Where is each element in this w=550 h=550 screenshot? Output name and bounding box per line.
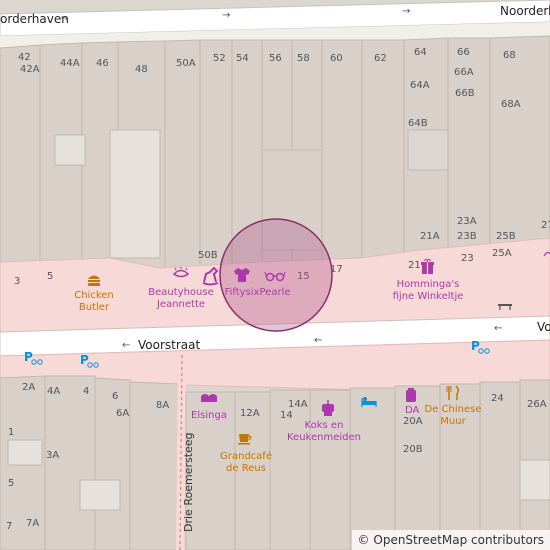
svg-text:50A: 50A bbox=[176, 58, 196, 69]
svg-text:fijne Winkeltje: fijne Winkeltje bbox=[393, 291, 464, 302]
svg-text:25A: 25A bbox=[492, 248, 512, 259]
svg-text:62: 62 bbox=[374, 53, 387, 64]
attribution-link[interactable]: OpenStreetMap contributors bbox=[373, 533, 544, 547]
svg-text:64: 64 bbox=[414, 47, 427, 58]
svg-text:6A: 6A bbox=[116, 408, 129, 419]
poi-da-pharmacy[interactable] bbox=[406, 388, 416, 402]
svg-text:Muur: Muur bbox=[440, 416, 466, 427]
svg-text:14A: 14A bbox=[288, 399, 308, 410]
map-canvas[interactable]: orderhaven Noorderh → → → Voorstraat V bbox=[0, 0, 550, 550]
svg-text:8A: 8A bbox=[156, 400, 169, 411]
street-label-drie-roemersteeg: Drie Roemersteeg bbox=[182, 432, 195, 532]
svg-text:Beautyhouse: Beautyhouse bbox=[148, 287, 213, 298]
south-buildings[interactable] bbox=[0, 375, 550, 550]
svg-text:26A: 26A bbox=[527, 399, 547, 410]
svg-text:DA: DA bbox=[405, 405, 420, 416]
svg-text:De Chinese: De Chinese bbox=[425, 404, 482, 415]
svg-text:de Reus: de Reus bbox=[226, 463, 266, 474]
svg-text:66B: 66B bbox=[455, 88, 475, 99]
svg-text:3A: 3A bbox=[46, 450, 59, 461]
svg-text:64A: 64A bbox=[410, 80, 430, 91]
svg-text:Fiftysix: Fiftysix bbox=[225, 287, 260, 298]
svg-text:25B: 25B bbox=[496, 231, 516, 242]
svg-text:5: 5 bbox=[8, 478, 14, 489]
svg-text:Koks en: Koks en bbox=[305, 420, 344, 431]
svg-text:27: 27 bbox=[541, 220, 550, 231]
oneway-arrow-icon: → bbox=[60, 13, 68, 24]
svg-text:68A: 68A bbox=[501, 99, 521, 110]
svg-text:Grandcafé: Grandcafé bbox=[220, 450, 272, 462]
svg-text:5: 5 bbox=[47, 271, 53, 282]
pharmacy-bottle-icon bbox=[406, 388, 416, 402]
svg-text:42: 42 bbox=[18, 52, 31, 63]
svg-text:60: 60 bbox=[330, 53, 343, 64]
svg-text:54: 54 bbox=[236, 53, 249, 64]
oneway-arrow-icon: ← bbox=[122, 340, 130, 351]
svg-text:23B: 23B bbox=[457, 231, 477, 242]
svg-text:24: 24 bbox=[491, 393, 504, 404]
svg-text:66A: 66A bbox=[454, 67, 474, 78]
svg-text:21: 21 bbox=[408, 260, 421, 271]
svg-text:Pearle: Pearle bbox=[260, 287, 291, 298]
oneway-arrow-icon: → bbox=[402, 6, 410, 17]
svg-text:Keukenmeiden: Keukenmeiden bbox=[287, 432, 361, 443]
svg-text:Elsinga: Elsinga bbox=[191, 410, 227, 421]
svg-text:68: 68 bbox=[503, 50, 516, 61]
location-highlight-circle[interactable] bbox=[219, 218, 333, 332]
svg-text:Jeannette: Jeannette bbox=[156, 299, 205, 310]
street-label-voorstraat: Voorstraat bbox=[138, 338, 200, 352]
oneway-arrow-icon: ← bbox=[314, 335, 322, 346]
svg-text:50B: 50B bbox=[198, 250, 218, 261]
svg-text:14: 14 bbox=[280, 410, 293, 421]
svg-text:66: 66 bbox=[457, 47, 470, 58]
svg-text:Butler: Butler bbox=[79, 302, 110, 313]
svg-text:1: 1 bbox=[8, 427, 14, 438]
svg-text:Chicken: Chicken bbox=[74, 290, 114, 301]
copyright-symbol: © bbox=[357, 533, 370, 547]
svg-text:42A: 42A bbox=[20, 64, 40, 75]
street-label-noorderhaven: orderhaven bbox=[0, 12, 69, 26]
svg-text:12A: 12A bbox=[240, 408, 260, 419]
svg-text:6: 6 bbox=[112, 391, 118, 402]
oneway-arrow-icon: ← bbox=[494, 323, 502, 334]
svg-text:58: 58 bbox=[297, 53, 310, 64]
svg-text:52: 52 bbox=[213, 53, 226, 64]
svg-text:20B: 20B bbox=[403, 444, 423, 455]
attribution[interactable]: © OpenStreetMap contributors bbox=[351, 530, 550, 550]
svg-text:Homminga's: Homminga's bbox=[397, 279, 460, 290]
svg-text:2A: 2A bbox=[22, 382, 35, 393]
svg-text:7A: 7A bbox=[26, 518, 39, 529]
svg-text:56: 56 bbox=[269, 53, 282, 64]
svg-text:46: 46 bbox=[96, 58, 109, 69]
street-label-voorstraat-right: Vo bbox=[537, 320, 550, 334]
svg-text:20A: 20A bbox=[403, 416, 423, 427]
svg-text:44A: 44A bbox=[60, 58, 80, 69]
svg-text:48: 48 bbox=[135, 64, 148, 75]
svg-text:23A: 23A bbox=[457, 216, 477, 227]
street-label-noorderhaven-right: Noorderh bbox=[500, 4, 550, 18]
svg-text:4A: 4A bbox=[47, 386, 60, 397]
svg-text:23: 23 bbox=[461, 253, 474, 264]
svg-text:3: 3 bbox=[14, 276, 20, 287]
svg-text:7: 7 bbox=[6, 521, 12, 532]
oneway-arrow-icon: → bbox=[222, 10, 230, 21]
svg-text:21A: 21A bbox=[420, 231, 440, 242]
svg-text:4: 4 bbox=[83, 386, 89, 397]
svg-text:64B: 64B bbox=[408, 118, 428, 129]
